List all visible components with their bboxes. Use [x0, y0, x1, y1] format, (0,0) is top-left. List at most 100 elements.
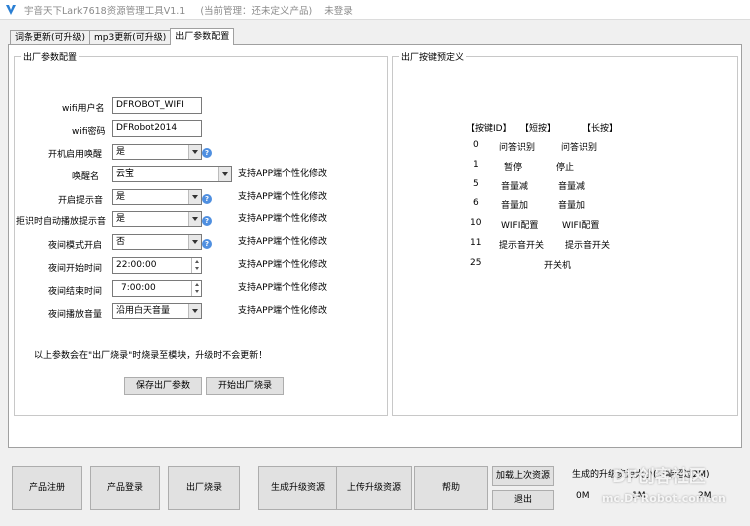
wake-select[interactable]: 是	[112, 144, 202, 160]
night-select-value: 否	[116, 237, 126, 247]
key-long: 停止	[556, 163, 575, 173]
key-short: 提示音开关	[499, 241, 545, 251]
help-icon[interactable]: ?	[202, 148, 212, 158]
reject-select-value: 是	[116, 214, 126, 224]
exit-button[interactable]: 退出	[492, 490, 554, 510]
app-note: 支持APP端个性化修改	[238, 260, 328, 270]
window-title: 宇音天下Lark7618资源管理工具V1.1 (当前管理：还未定义产品) 未登录	[24, 3, 365, 17]
load-last-button[interactable]: 加载上次资源	[492, 466, 554, 486]
tab-entries-update[interactable]: 词条更新(可升级)	[10, 30, 91, 45]
night-select[interactable]: 否	[112, 234, 202, 250]
wake-name-select[interactable]: 云宝	[112, 166, 232, 182]
start-burn-button[interactable]: 开始出厂烧录	[206, 377, 284, 395]
spin-buttons[interactable]	[191, 281, 201, 296]
help-button[interactable]: 帮助	[414, 466, 488, 510]
night-vol-select-value: 沿用白天音量	[116, 306, 171, 316]
app-note: 支持APP端个性化修改	[238, 169, 328, 179]
chevron-down-icon[interactable]	[218, 167, 231, 181]
app-note: 支持APP端个性化修改	[238, 283, 328, 293]
app-note: 支持APP端个性化修改	[238, 192, 328, 202]
prompt-select-value: 是	[116, 192, 126, 202]
key-long: 开关机	[544, 261, 572, 271]
help-icon[interactable]: ?	[202, 194, 212, 204]
watermark-url: mc.DFRobot.com.cn	[602, 492, 726, 505]
chevron-down-icon[interactable]	[188, 212, 201, 226]
app-logo-icon	[4, 3, 18, 17]
key-id: 0	[473, 140, 479, 150]
spin-buttons[interactable]	[191, 258, 201, 273]
spin-down-icon[interactable]	[192, 265, 201, 272]
login-button[interactable]: 产品登录	[90, 466, 160, 510]
chevron-down-icon[interactable]	[188, 235, 201, 249]
app-title: 宇音天下Lark7618资源管理工具V1.1	[24, 5, 186, 17]
night-end-value: 7:00:00	[121, 283, 156, 293]
wifi-pass-label: wifi密码	[72, 127, 106, 137]
manage-status: (当前管理：还未定义产品)	[200, 5, 313, 17]
key-definitions-group: 出厂按键预定义	[392, 50, 738, 416]
key-long: 提示音开关	[565, 241, 611, 251]
key-id-header: 【按键ID】	[466, 124, 512, 134]
save-params-button[interactable]: 保存出厂参数	[124, 377, 202, 395]
factory-burn-button[interactable]: 出厂烧录	[168, 466, 240, 510]
night-label: 夜间模式开启	[48, 241, 103, 251]
key-long: WIFI配置	[562, 221, 600, 231]
reject-select[interactable]: 是	[112, 211, 202, 227]
long-press-header: 【长按】	[582, 124, 619, 134]
night-end-input[interactable]: 7:00:00	[112, 280, 202, 297]
key-long: 问答识别	[561, 143, 598, 153]
register-button[interactable]: 产品注册	[12, 466, 82, 510]
size-tick-0: 0M	[576, 491, 590, 501]
night-start-input[interactable]: 22:00:00	[112, 257, 202, 274]
key-id: 1	[473, 160, 479, 170]
chevron-down-icon[interactable]	[188, 145, 201, 159]
key-short: 暂停	[504, 163, 523, 173]
spin-up-icon[interactable]	[192, 281, 201, 288]
key-id: 6	[473, 198, 479, 208]
wifi-user-input[interactable]: DFROBOT_WIFI	[112, 97, 202, 114]
key-short: 音量加	[501, 201, 529, 211]
factory-params-legend: 出厂参数配置	[21, 50, 80, 63]
key-long: 音量加	[558, 201, 586, 211]
key-definitions-legend: 出厂按键预定义	[399, 50, 467, 63]
key-short: 音量减	[501, 182, 529, 192]
app-note: 支持APP端个性化修改	[238, 214, 328, 224]
key-long: 音量减	[558, 182, 586, 192]
chevron-down-icon[interactable]	[188, 190, 201, 204]
upload-upgrade-button[interactable]: 上传升级资源	[336, 466, 412, 510]
footer-note: 以上参数会在"出厂烧录"时烧录至模块，升级时不会更新！	[34, 351, 268, 361]
title-bar: 宇音天下Lark7618资源管理工具V1.1 (当前管理：还未定义产品) 未登录	[0, 0, 750, 20]
wake-select-value: 是	[116, 147, 126, 157]
night-end-label: 夜间结束时间	[48, 287, 103, 297]
app-note: 支持APP端个性化修改	[238, 237, 328, 247]
key-id: 11	[470, 238, 482, 248]
chevron-down-icon[interactable]	[188, 304, 201, 318]
key-short: WIFI配置	[501, 221, 539, 231]
night-start-value: 22:00:00	[116, 260, 157, 270]
key-short: 问答识别	[499, 143, 536, 153]
tab-factory-config[interactable]: 出厂参数配置	[170, 28, 235, 45]
prompt-select[interactable]: 是	[112, 189, 202, 205]
night-vol-select[interactable]: 沿用白天音量	[112, 303, 202, 319]
wake-label: 开机启用唤醒	[48, 150, 103, 160]
app-note: 支持APP端个性化修改	[238, 306, 328, 316]
gen-upgrade-button[interactable]: 生成升级资源	[258, 466, 338, 510]
wake-name-select-value: 云宝	[116, 169, 135, 179]
night-vol-label: 夜间播放音量	[48, 310, 103, 320]
wifi-user-label: wifi用户名	[62, 104, 105, 114]
key-id: 25	[470, 258, 482, 268]
help-icon[interactable]: ?	[202, 239, 212, 249]
key-id: 5	[473, 179, 479, 189]
tab-mp3-update[interactable]: mp3更新(可升级)	[89, 30, 172, 45]
wifi-pass-input[interactable]: DFRobot2014	[112, 120, 202, 137]
spin-up-icon[interactable]	[192, 258, 201, 265]
tab-bar: 词条更新(可升级) mp3更新(可升级) 出厂参数配置	[10, 28, 235, 45]
spin-down-icon[interactable]	[192, 288, 201, 295]
night-start-label: 夜间开始时间	[48, 264, 103, 274]
watermark-title: DF创客社区	[612, 467, 706, 487]
reject-label: 拒识时自动播放提示音（限版）	[16, 217, 108, 226]
prompt-label: 开启提示音	[58, 196, 104, 206]
key-id: 10	[470, 218, 482, 228]
help-icon[interactable]: ?	[202, 216, 212, 226]
login-status: 未登录	[324, 5, 353, 17]
short-press-header: 【短按】	[520, 124, 557, 134]
